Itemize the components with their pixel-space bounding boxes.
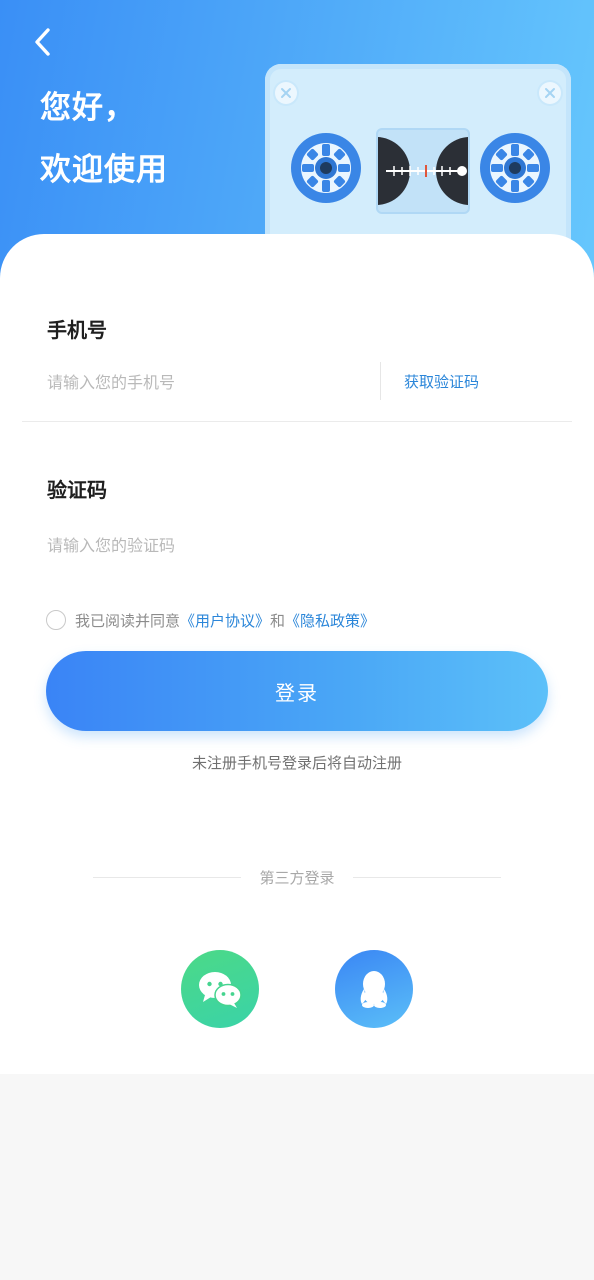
back-button[interactable]	[26, 24, 60, 60]
divider-line	[353, 877, 501, 878]
close-icon	[275, 82, 297, 104]
qq-icon	[360, 971, 388, 1008]
tape-window	[376, 128, 470, 214]
agreement-checkbox[interactable]	[46, 610, 66, 630]
privacy-policy-link[interactable]: 《隐私政策》	[285, 610, 375, 631]
field-divider	[22, 421, 572, 422]
tape-reel-icon	[480, 133, 550, 203]
phone-label: 手机号	[47, 318, 107, 342]
wechat-login-button[interactable]	[181, 950, 259, 1028]
login-card: 手机号 获取验证码 验证码 我已阅读并同意 《用户协议》 和 《隐私政策》 登录…	[0, 234, 594, 1074]
wechat-icon	[199, 972, 242, 1008]
login-screen: 您好， 欢迎使用 手机号 请输入您的手机号 获取验证码 验证码 请输入您的验证码…	[0, 0, 594, 1280]
agreement-conjunction: 和	[270, 611, 286, 630]
code-label: 验证码	[47, 478, 107, 502]
welcome-title: 欢迎使用	[40, 152, 168, 188]
get-code-button[interactable]: 获取验证码	[404, 371, 479, 392]
login-button[interactable]: 登录	[46, 651, 548, 731]
auto-register-hint: 未注册手机号登录后将自动注册	[191, 754, 402, 772]
bottom-blank-area	[0, 1074, 594, 1280]
code-input[interactable]	[47, 530, 467, 560]
user-agreement-link[interactable]: 《用户协议》	[180, 610, 270, 631]
phone-input[interactable]	[47, 367, 367, 397]
input-divider	[380, 362, 381, 400]
third-party-divider: 第三方登录	[93, 867, 501, 887]
agreement-row: 我已阅读并同意 《用户协议》 和 《隐私政策》	[46, 607, 375, 633]
greeting-title: 您好，	[40, 90, 136, 126]
qq-login-button[interactable]	[335, 950, 413, 1028]
agreement-prefix: 我已阅读并同意	[75, 611, 181, 630]
tape-reel-icon	[291, 133, 361, 203]
close-icon	[539, 82, 561, 104]
chevron-left-icon	[35, 28, 50, 56]
